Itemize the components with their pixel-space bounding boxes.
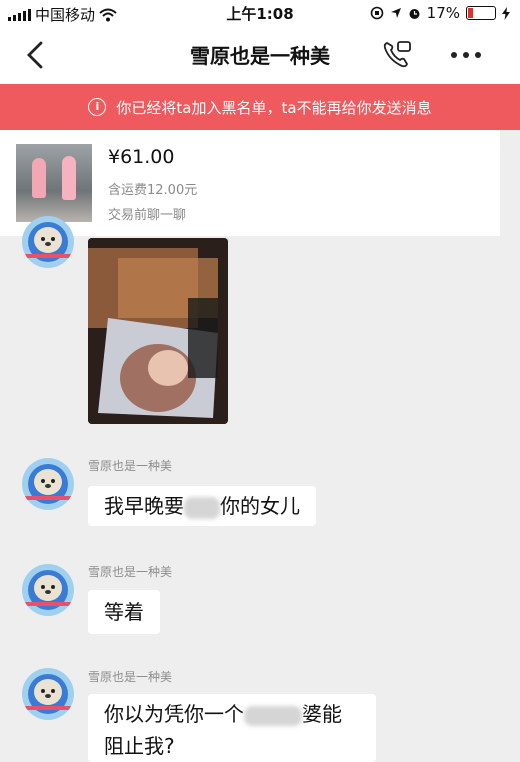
message-text: 我早晚要 [104,494,184,518]
battery-fill [468,8,473,18]
message-text: 你的女儿 [220,494,300,518]
avatar[interactable] [22,216,74,268]
product-photo [16,144,92,222]
avatar-face [34,227,62,253]
blurred-text [244,705,302,726]
avatar-band [24,496,72,500]
avatar[interactable] [22,564,74,616]
battery-percent: 17% [426,4,460,22]
rotation-lock-icon [370,6,383,20]
message-text: 阻止我? [104,734,175,758]
product-card[interactable]: ¥61.00 含运费12.00元 交易前聊一聊 [0,130,500,236]
blacklist-banner: i 你已经将ta加入黑名单，ta不能再给你发送消息 [0,84,520,130]
message-bubble[interactable]: 我早晚要 你的女儿 [88,486,316,526]
avatar-band [24,254,72,258]
avatar-face [34,575,62,601]
sender-name: 雪原也是一种美 [88,565,173,579]
message-line: 你以为凭你一个 婆能 [104,698,360,730]
product-shipping: 含运费12.00元 [108,183,198,198]
message-bubble[interactable]: 你以为凭你一个 婆能 阻止我? [88,694,376,762]
image-message-photo [88,238,228,424]
photo-figure [62,156,76,200]
location-icon [390,8,401,18]
avatar-face [34,679,62,705]
phone-video-icon[interactable] [380,38,414,72]
page-title: 雪原也是一种美 [190,44,330,68]
more-dots-icon[interactable] [448,38,484,72]
message-bubble[interactable]: 等着 [88,590,160,634]
avatar[interactable] [22,458,74,510]
blurred-text [184,496,220,519]
product-thumbnail[interactable] [16,144,92,222]
status-bar: 中国移动 上午1:08 17% [0,0,520,26]
message-text: 婆能 [302,702,342,726]
message-text: 等着 [104,600,144,624]
sender-name: 雪原也是一种美 [88,670,173,684]
message-text: 你以为凭你一个 [104,702,244,726]
product-chat-hint: 交易前聊一聊 [108,208,187,223]
avatar-band [24,706,72,710]
charging-icon [502,6,510,20]
sender-name: 雪原也是一种美 [88,459,173,473]
avatar[interactable] [22,668,74,720]
chat-header: 雪原也是一种美 [0,26,520,84]
info-icon: i [88,98,107,116]
product-price: ¥61.00 [108,146,175,168]
avatar-band [24,602,72,606]
battery-icon [466,6,496,20]
banner-text: 你已经将ta加入黑名单，ta不能再给你发送消息 [116,98,432,117]
status-right: 17% [370,4,510,22]
avatar-face [34,469,62,495]
alarm-icon [409,8,420,19]
image-message[interactable] [88,238,228,424]
photo-figure [32,158,46,198]
